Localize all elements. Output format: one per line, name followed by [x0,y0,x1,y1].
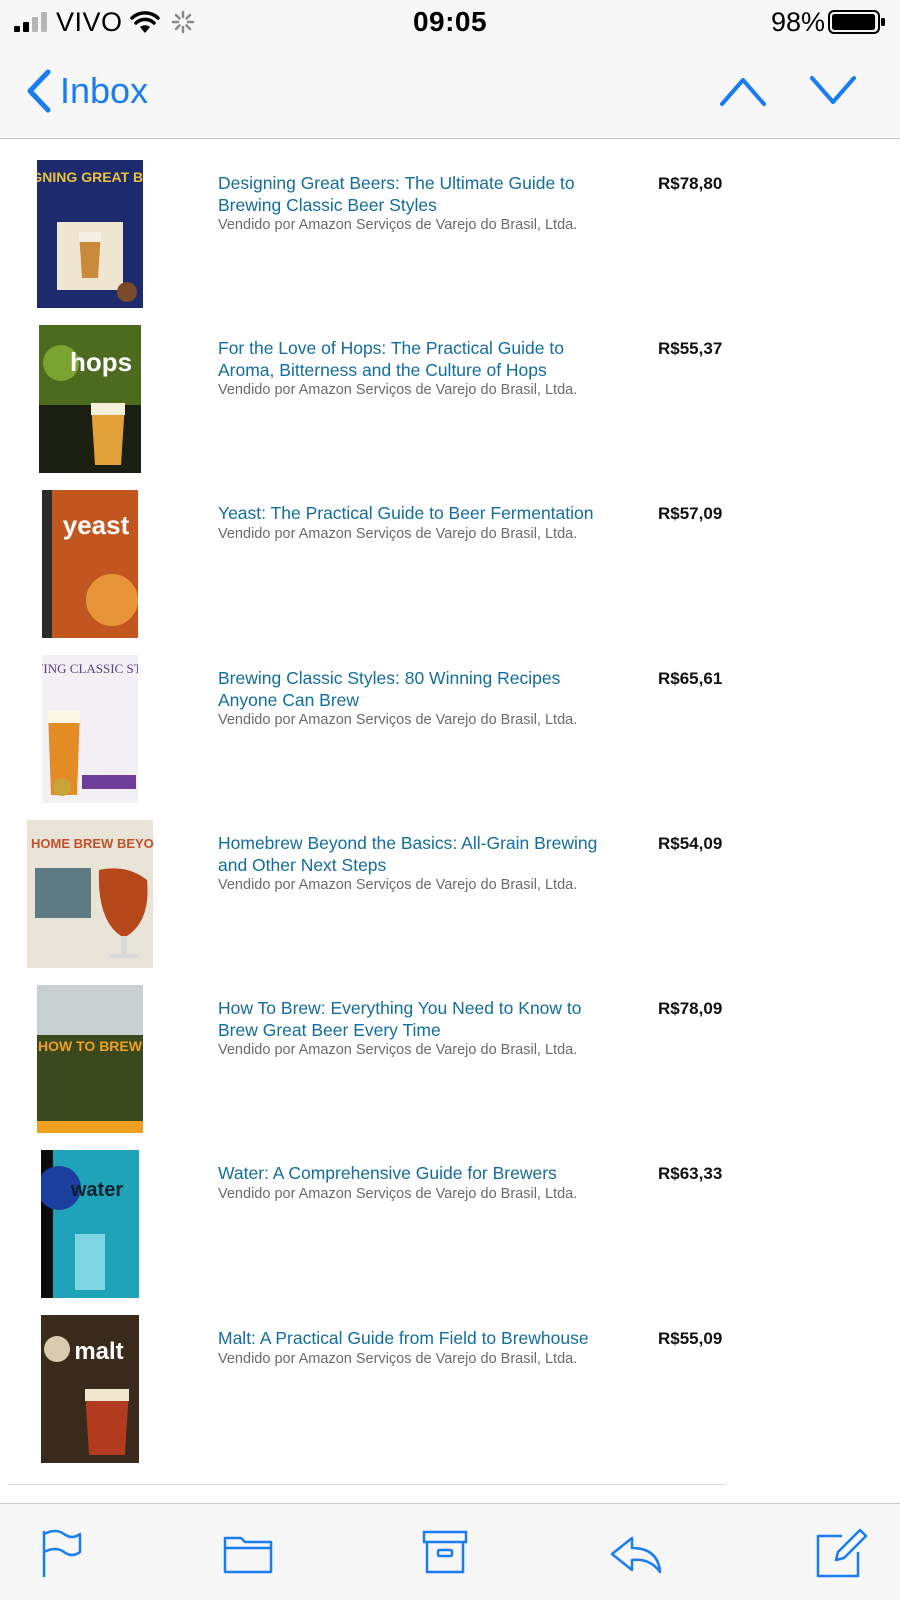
item-seller-text: Vendido por Amazon Serviços de Varejo do… [218,1185,578,1202]
book-cover-image[interactable]: yeast [42,490,138,638]
reply-icon [610,1536,662,1574]
item-title-text[interactable]: Yeast: The Practical Guide to Beer Ferme… [218,503,593,523]
status-clock: 09:05 [412,6,488,37]
item-title-text[interactable]: Brewing Classic Styles: 80 Winning Recip… [218,668,560,710]
back-button-label: Inbox [60,70,149,111]
order-item-row: DESIGNING GREAT BEERS Designing Great Be… [0,140,760,308]
item-price: R$78,80 [658,174,723,193]
book-cover-image[interactable]: BREWING CLASSIC STYLES [42,655,138,803]
item-title-text[interactable]: How To Brew: Everything You Need to Know… [218,998,582,1040]
item-price: R$55,09 [658,1329,723,1348]
item-seller-text: Vendido por Amazon Serviços de Varejo do… [218,525,578,542]
book-cover-image[interactable]: malt [41,1315,139,1463]
book-cover-image[interactable]: DESIGNING GREAT BEERS [37,160,143,308]
svg-text:malt: malt [74,1338,123,1365]
archive-icon [422,1530,468,1574]
email-body: DESIGNING GREAT BEERS Designing Great Be… [0,140,900,1504]
order-item-row: malt Malt: A Practical Guide from Field … [0,1295,760,1463]
next-message-chevron-down-icon[interactable] [808,72,858,110]
item-title-text[interactable]: Homebrew Beyond the Basics: All-Grain Br… [218,833,597,875]
item-title-link[interactable]: How To Brew: Everything You Need to Know… [218,998,618,1060]
back-to-inbox-button[interactable]: Inbox [24,68,148,114]
item-title-link[interactable]: Yeast: The Practical Guide to Beer Ferme… [218,503,618,544]
status-bar: VIVO 09:05 98% [0,0,900,44]
list-divider [8,1484,726,1485]
svg-text:hops: hops [70,347,132,377]
battery-icon [828,10,885,34]
move-to-folder-button[interactable] [219,1524,277,1582]
svg-text:yeast: yeast [63,510,130,540]
book-cover-image[interactable]: water [41,1150,139,1298]
svg-text:HOME BREW BEYOND THE BASICS: HOME BREW BEYOND THE BASICS [31,836,153,851]
order-item-row: BREWING CLASSIC STYLES Brewing Classic S… [0,635,760,803]
book-cover-image[interactable]: HOME BREW BEYOND THE BASICS [27,820,153,968]
flag-icon [42,1529,82,1578]
compose-button[interactable] [812,1524,870,1582]
order-item-row: water Water: A Comprehensive Guide for B… [0,1130,760,1298]
order-item-row: hops For the Love of Hops: The Practical… [0,305,760,473]
folder-icon [223,1536,273,1574]
order-item-row: HOME BREW BEYOND THE BASICS Homebrew Bey… [0,800,760,968]
item-price: R$57,09 [658,504,723,523]
item-price: R$65,61 [658,669,723,688]
order-item-row: HOW TO BREW How To Brew: Everything You … [0,965,760,1133]
item-price: R$78,09 [658,999,723,1018]
item-title-link[interactable]: Homebrew Beyond the Basics: All-Grain Br… [218,833,618,895]
reply-button[interactable] [606,1524,664,1582]
item-seller-text: Vendido por Amazon Serviços de Varejo do… [218,1042,578,1058]
item-seller-text: Vendido por Amazon Serviços de Varejo do… [218,712,578,728]
previous-message-chevron-up-icon[interactable] [718,72,768,110]
svg-text:HOW TO BREW: HOW TO BREW [38,1038,143,1054]
item-title-link[interactable]: Malt: A Practical Guide from Field to Br… [218,1328,618,1369]
item-seller-text: Vendido por Amazon Serviços de Varejo do… [218,217,578,233]
book-cover-image[interactable]: hops [39,325,141,473]
svg-text:BREWING CLASSIC STYLES: BREWING CLASSIC STYLES [42,661,138,676]
item-title-text[interactable]: Malt: A Practical Guide from Field to Br… [218,1328,589,1348]
bottom-toolbar [0,1503,900,1600]
navigation-bar: Inbox [0,44,900,139]
item-title-text[interactable]: For the Love of Hops: The Practical Guid… [218,338,564,380]
battery-percentage: 98% [770,7,825,37]
item-seller-text: Vendido por Amazon Serviços de Varejo do… [218,877,578,893]
item-title-link[interactable]: For the Love of Hops: The Practical Guid… [218,338,618,400]
item-title-link[interactable]: Water: A Comprehensive Guide for Brewers… [218,1163,618,1204]
book-cover-image[interactable]: HOW TO BREW [37,985,143,1133]
order-item-row: yeast Yeast: The Practical Guide to Beer… [0,470,760,638]
flag-button[interactable] [32,1524,90,1582]
item-title-link[interactable]: Designing Great Beers: The Ultimate Guid… [218,173,618,235]
archive-button[interactable] [416,1524,474,1582]
cover-title-line-1: DESIGNING GREAT BEERS [37,169,143,185]
item-title-text[interactable]: Water: A Comprehensive Guide for Brewers [218,1163,557,1183]
chevron-left-icon [27,69,51,113]
item-seller-text: Vendido por Amazon Serviços de Varejo do… [218,382,578,398]
item-title-link[interactable]: Brewing Classic Styles: 80 Winning Recip… [218,668,618,730]
compose-icon [816,1528,868,1578]
item-title-text[interactable]: Designing Great Beers: The Ultimate Guid… [218,173,575,215]
item-price: R$54,09 [658,834,723,853]
item-price: R$63,33 [658,1164,723,1183]
item-price: R$55,37 [658,339,723,358]
item-seller-text: Vendido por Amazon Serviços de Varejo do… [218,1350,578,1367]
svg-text:water: water [70,1179,123,1201]
